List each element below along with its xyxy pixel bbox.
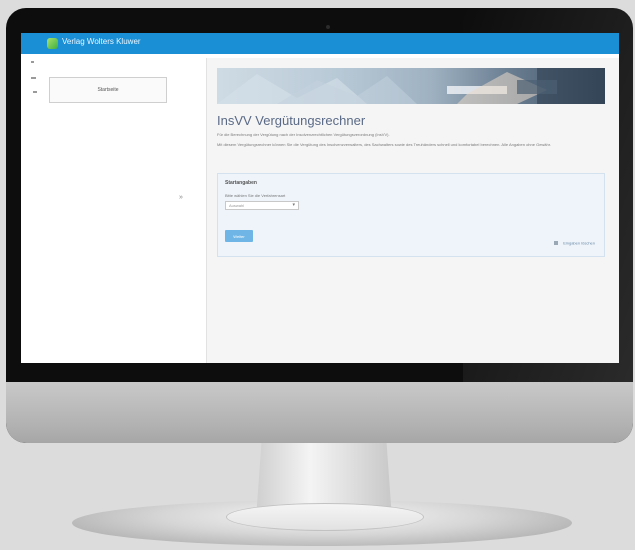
intro-paragraph: Mit diesem Vergütungsrechner können Sie … — [217, 142, 551, 147]
brand-logo-icon[interactable] — [47, 38, 58, 49]
hero-banner-graphic — [217, 68, 605, 104]
sidebar-marker — [31, 77, 36, 79]
sidebar-item-label: Startseite — [97, 87, 119, 93]
monitor-chin — [6, 382, 633, 443]
menu-toggle-icon[interactable] — [31, 61, 34, 63]
chevron-down-icon: ▾ — [292, 202, 295, 208]
brand-name[interactable]: Verlag Wolters Kluwer — [62, 37, 141, 46]
app-header-bar: Verlag Wolters Kluwer — [21, 33, 619, 54]
screen: Verlag Wolters Kluwer Startseite » InsVV… — [21, 33, 619, 363]
webcam-dot — [326, 25, 330, 29]
clear-inputs-link[interactable]: Eingaben löschen — [554, 234, 595, 252]
next-button[interactable]: Weiter — [225, 230, 253, 242]
card-title: Startangaben — [225, 180, 257, 186]
clear-inputs-label: Eingaben löschen — [563, 240, 595, 246]
stand-base-top — [226, 503, 424, 531]
intro-line: Für die Berechnung der Vergütung nach de… — [217, 132, 390, 137]
sidebar-marker — [33, 91, 37, 93]
procedure-type-label: Bitte wählen Sie die Verfahrensart — [225, 193, 286, 198]
calculator-card: Startangaben Bitte wählen Sie die Verfah… — [217, 173, 605, 257]
page-title: InsVV Vergütungsrechner — [217, 113, 366, 128]
sidebar-item-startseite[interactable]: Startseite — [49, 77, 167, 103]
hero-banner-image — [217, 68, 605, 104]
reset-icon — [554, 240, 559, 245]
collapse-sidebar-icon[interactable]: » — [179, 194, 183, 201]
select-value: Auswahl — [229, 203, 245, 208]
procedure-type-select[interactable]: Auswahl ▾ — [225, 201, 299, 210]
main-content: InsVV Vergütungsrechner Für die Berechnu… — [206, 58, 619, 363]
